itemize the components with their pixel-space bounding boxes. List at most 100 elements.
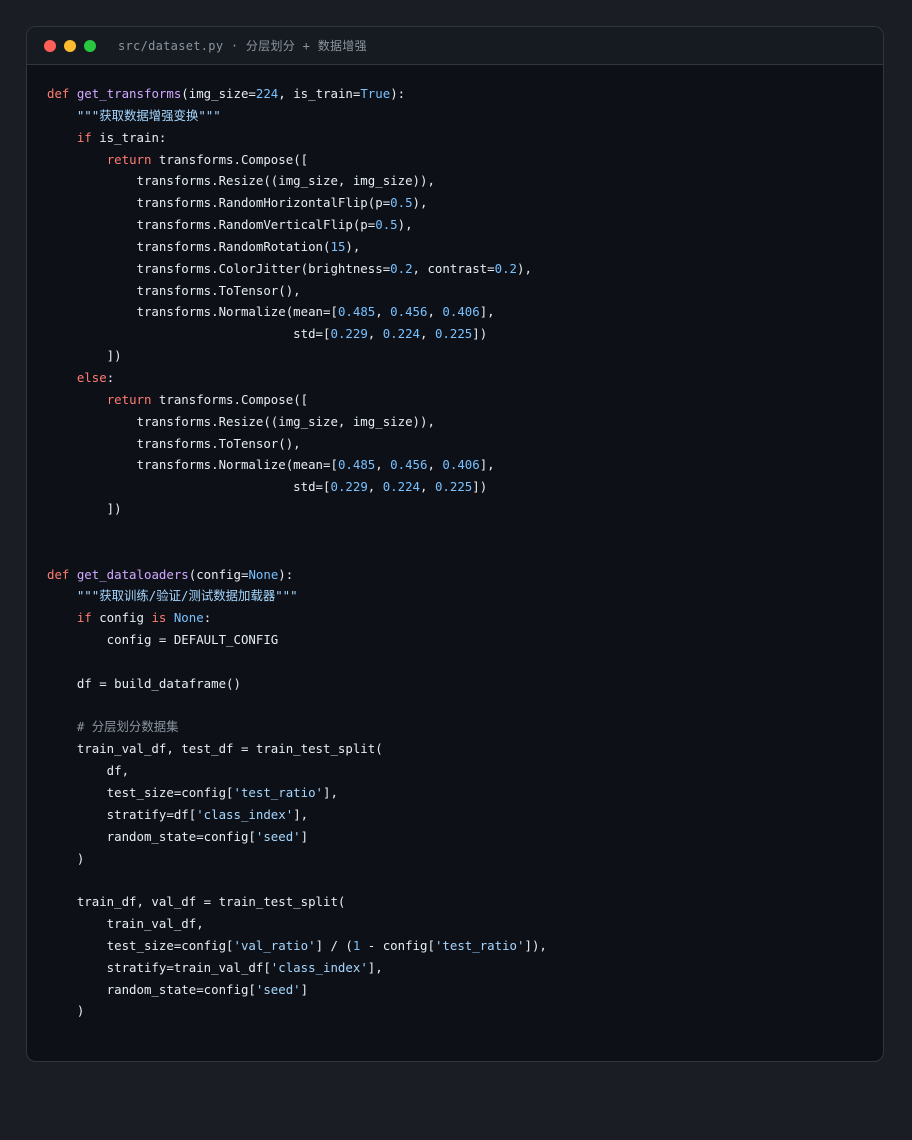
code-line: test_size=config['val_ratio'] / (1 - con… xyxy=(47,935,547,957)
code-text: test_size=config[ xyxy=(47,937,234,953)
code-text: config xyxy=(91,610,152,626)
code-text: ]) xyxy=(47,501,122,517)
code-line: stratify=train_val_df['class_index'], xyxy=(47,957,547,979)
code-text: ], xyxy=(479,304,495,320)
code-line: def get_transforms(img_size=224, is_trai… xyxy=(47,83,547,105)
number-token: 0.485 xyxy=(337,457,376,473)
maximize-button[interactable] xyxy=(84,39,96,52)
code-text: is_train: xyxy=(91,129,167,145)
code-text: transforms.Compose([ xyxy=(151,391,309,407)
code-line: # 分层划分数据集 xyxy=(47,716,547,738)
code-line: return transforms.Compose([ xyxy=(47,389,547,411)
code-text: df, xyxy=(47,763,130,779)
code-text: stratify=train_val_df[ xyxy=(47,959,271,975)
number-token: 0.229 xyxy=(330,479,368,495)
code-text: transforms.Normalize(mean=[ xyxy=(47,304,338,320)
number-token: None xyxy=(248,566,279,582)
code-editor[interactable]: def get_transforms(img_size=224, is_trai… xyxy=(47,83,547,1022)
code-line: if is_train: xyxy=(47,127,547,149)
number-token: 0.229 xyxy=(330,326,368,342)
code-text: ) xyxy=(47,850,85,866)
string-token: 'test_ratio' xyxy=(233,785,324,800)
code-text: random_state=config[ xyxy=(47,981,256,997)
code-line: transforms.Normalize(mean=[0.485, 0.456,… xyxy=(47,454,547,476)
minimize-button[interactable] xyxy=(64,39,76,52)
code-line: transforms.RandomVerticalFlip(p=0.5), xyxy=(47,214,547,236)
number-token: None xyxy=(173,610,204,626)
code-line: ) xyxy=(47,1000,547,1022)
code-text: test_size=config[ xyxy=(47,785,234,800)
code-text: transforms.RandomRotation( xyxy=(47,238,331,254)
number-token: 224 xyxy=(255,86,279,101)
code-text: ]) xyxy=(472,326,488,342)
code-line: random_state=config['seed'] xyxy=(47,826,547,848)
keyword-token: if xyxy=(76,129,92,145)
code-text: , xyxy=(367,326,383,342)
code-line: config = DEFAULT_CONFIG xyxy=(47,629,547,651)
code-text: ), xyxy=(517,260,532,276)
number-token: 15 xyxy=(330,238,346,254)
code-text: , xyxy=(427,457,443,473)
code-text: df = build_dataframe() xyxy=(47,675,241,691)
code-line: """获取训练/验证/测试数据加载器""" xyxy=(47,585,547,607)
code-text: transforms.Compose([ xyxy=(151,151,309,167)
code-line: transforms.ColorJitter(brightness=0.2, c… xyxy=(47,258,547,280)
code-text: ), xyxy=(345,238,361,254)
code-line: else: xyxy=(47,367,547,389)
code-line: ]) xyxy=(47,498,547,520)
function-name-token: get_dataloaders xyxy=(76,566,189,582)
code-line: test_size=config['test_ratio'], xyxy=(47,782,547,804)
code-text: ), xyxy=(412,195,428,211)
string-token: 'class_index' xyxy=(270,959,368,975)
code-line: if config is None: xyxy=(47,607,547,629)
code-line: train_val_df, test_df = train_test_split… xyxy=(47,738,547,760)
string-token: 'test_ratio' xyxy=(434,937,525,953)
code-text: , contrast= xyxy=(412,260,495,276)
code-text: ] xyxy=(300,828,309,844)
code-text: config = DEFAULT_CONFIG xyxy=(47,632,279,648)
number-token: 0.5 xyxy=(375,217,398,233)
keyword-token: if xyxy=(76,610,92,626)
string-token: 'seed' xyxy=(255,981,301,997)
code-text: ], xyxy=(323,785,338,800)
code-text: transforms.RandomVerticalFlip(p= xyxy=(47,217,376,233)
code-text: stratify=df[ xyxy=(47,806,197,822)
number-token: 0.5 xyxy=(390,195,413,211)
string-token: 'class_index' xyxy=(196,806,294,822)
code-text: ]) xyxy=(47,348,122,364)
number-token: 0.225 xyxy=(434,326,473,342)
code-text: transforms.ToTensor(), xyxy=(47,282,301,298)
code-line: stratify=df['class_index'], xyxy=(47,804,547,826)
keyword-token: return xyxy=(106,391,152,407)
string-token: """获取训练/验证/测试数据加载器""" xyxy=(76,588,298,604)
code-text: , xyxy=(367,479,383,495)
number-token: 0.224 xyxy=(382,326,421,342)
number-token: 0.225 xyxy=(434,479,473,495)
number-token: 0.224 xyxy=(382,479,421,495)
code-line: ) xyxy=(47,848,547,870)
keyword-token: def xyxy=(47,566,77,582)
code-text: , xyxy=(420,326,435,342)
window-title: src/dataset.py · 分层划分 + 数据增强 xyxy=(118,39,367,53)
code-text: , xyxy=(427,304,443,320)
number-token: 0.2 xyxy=(494,260,517,276)
code-text: ] / ( xyxy=(315,937,353,953)
code-line: df = build_dataframe() xyxy=(47,673,547,695)
code-line: """获取数据增强变换""" xyxy=(47,105,547,127)
close-button[interactable] xyxy=(44,39,56,52)
code-text: ): xyxy=(390,86,406,101)
code-line: transforms.Normalize(mean=[0.485, 0.456,… xyxy=(47,301,547,323)
string-token: """获取数据增强变换""" xyxy=(76,107,221,123)
code-window: src/dataset.py · 分层划分 + 数据增强 def get_tra… xyxy=(26,26,884,1062)
code-text: ), xyxy=(397,217,413,233)
code-text: std=[ xyxy=(47,326,331,342)
